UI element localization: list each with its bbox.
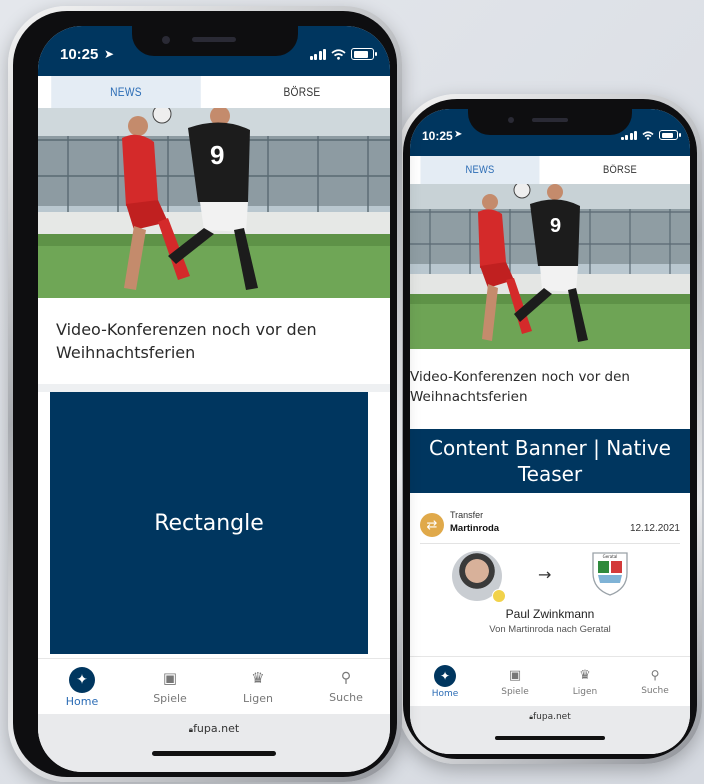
nav-suche[interactable]: ⚲ Suche	[302, 659, 390, 715]
nav-home-label: Home	[65, 694, 99, 708]
tab-boerse-label: BÖRSE	[283, 85, 321, 99]
ad-rectangle-label: Rectangle	[154, 510, 264, 536]
nav-ligen-label: Ligen	[243, 692, 273, 705]
nav-ligen[interactable]: ♛ Ligen	[214, 659, 302, 715]
nav-home-label: Home	[431, 689, 459, 699]
nav-suche[interactable]: ⚲ Suche	[620, 657, 690, 707]
search-icon: ⚲	[340, 670, 352, 686]
ad-rectangle[interactable]: Rectangle	[50, 392, 368, 654]
calendar-icon: ▣	[162, 669, 178, 687]
football-photo: 9	[410, 184, 690, 349]
tab-boerse[interactable]: BÖRSE	[561, 156, 680, 184]
svg-text:Geratal: Geratal	[603, 554, 618, 559]
home-indicator[interactable]	[152, 751, 276, 756]
location-arrow-icon: ➤	[454, 129, 463, 140]
nav-suche-label: Suche	[641, 686, 669, 696]
wifi-icon	[642, 130, 654, 140]
url-bar[interactable]: 🔒︎fupa.net	[410, 706, 690, 754]
tab-bar: NEWS BÖRSE	[38, 76, 390, 108]
transfer-badge-icon: ⇄	[420, 513, 444, 537]
tab-news[interactable]: NEWS	[51, 76, 201, 108]
status-time: 10:25	[422, 129, 453, 143]
tab-boerse[interactable]: BÖRSE	[227, 76, 377, 108]
trophy-icon: ♛	[579, 667, 591, 683]
trophy-icon: ♛	[251, 669, 265, 687]
location-arrow-icon: ➤	[104, 47, 115, 61]
bottom-nav: ✦ Home ▣ Spiele ♛ Ligen ⚲ Suche	[38, 658, 390, 715]
home-indicator[interactable]	[495, 736, 605, 740]
news-photo[interactable]: 9	[410, 184, 690, 349]
content-banner[interactable]: Content Banner | Native Teaser	[410, 429, 690, 493]
signal-icon	[309, 48, 326, 60]
transfer-arrow-icon: →	[538, 565, 552, 584]
nav-home[interactable]: ✦ Home	[38, 659, 126, 715]
url-label: fupa.net	[533, 712, 571, 722]
player-icon: ✦	[69, 666, 95, 693]
content-banner-label: Content Banner | Native Teaser	[429, 436, 671, 486]
tab-boerse-label: BÖRSE	[602, 164, 637, 176]
tab-news[interactable]: NEWS	[420, 156, 540, 184]
nav-spiele[interactable]: ▣ Spiele	[126, 659, 214, 715]
nav-spiele-label: Spiele	[501, 686, 529, 697]
calendar-icon: ▣	[508, 667, 522, 683]
url-text: 🔒︎fupa.net	[529, 712, 570, 722]
phone-right: 10:25 ➤ NEWS BÖRSE 9 Video-Konferenzen n…	[398, 94, 702, 764]
phone-left: 10:25 ➤ NEWS BÖRSE 9 Video-Konferenzen n…	[8, 6, 402, 782]
svg-text:9: 9	[550, 215, 561, 237]
phone-left-screen: 10:25 ➤ NEWS BÖRSE 9 Video-Konferenzen n…	[38, 26, 390, 772]
tab-news-label: NEWS	[465, 164, 495, 176]
nav-ligen[interactable]: ♛ Ligen	[550, 657, 620, 707]
url-text: 🔒︎fupa.net	[189, 722, 239, 735]
news-headline[interactable]: Video-Konferenzen noch vor den Weihnacht…	[56, 318, 346, 364]
notch	[468, 109, 632, 135]
wifi-icon	[331, 48, 346, 60]
nav-ligen-label: Ligen	[572, 686, 598, 697]
tab-bar: NEWS BÖRSE	[410, 156, 690, 184]
svg-text:9: 9	[210, 140, 224, 170]
divider	[38, 384, 390, 392]
player-club-badge-icon	[492, 589, 506, 603]
status-icons	[309, 48, 377, 60]
nav-spiele-label: Spiele	[153, 692, 187, 705]
nav-spiele[interactable]: ▣ Spiele	[480, 657, 550, 707]
transfer-card[interactable]: ⇄ Transfer Martinroda 12.12.2021 → Gerat…	[410, 505, 690, 645]
notch	[132, 26, 298, 56]
football-photo: 9	[38, 108, 390, 298]
transfer-date: 12.12.2021	[629, 523, 680, 534]
news-photo[interactable]: 9	[38, 108, 390, 298]
transfer-type: Transfer	[450, 510, 484, 520]
news-headline[interactable]: Video-Konferenzen noch vor den Weihnacht…	[410, 367, 650, 407]
phone-right-screen: 10:25 ➤ NEWS BÖRSE 9 Video-Konferenzen n…	[410, 109, 690, 754]
battery-icon	[659, 130, 681, 140]
tab-news-label: NEWS	[110, 85, 142, 99]
nav-home[interactable]: ✦ Home	[410, 657, 480, 707]
bottom-nav: ✦ Home ▣ Spiele ♛ Ligen ⚲ Suche	[410, 656, 690, 707]
divider	[420, 543, 680, 544]
status-icons	[620, 130, 681, 140]
url-label: fupa.net	[193, 722, 240, 735]
status-time: 10:25	[60, 46, 99, 63]
transfer-club: Martinroda	[450, 523, 500, 534]
signal-icon	[620, 130, 637, 140]
player-name: Paul Zwinkmann	[505, 607, 595, 621]
search-icon: ⚲	[650, 668, 660, 682]
battery-icon	[351, 48, 377, 60]
club-crest-icon[interactable]: Geratal	[590, 547, 630, 597]
transfer-detail: Von Martinroda nach Geratal	[489, 624, 611, 635]
player-icon: ✦	[434, 665, 456, 687]
nav-suche-label: Suche	[329, 691, 363, 704]
url-bar[interactable]: 🔒︎fupa.net	[38, 714, 390, 772]
